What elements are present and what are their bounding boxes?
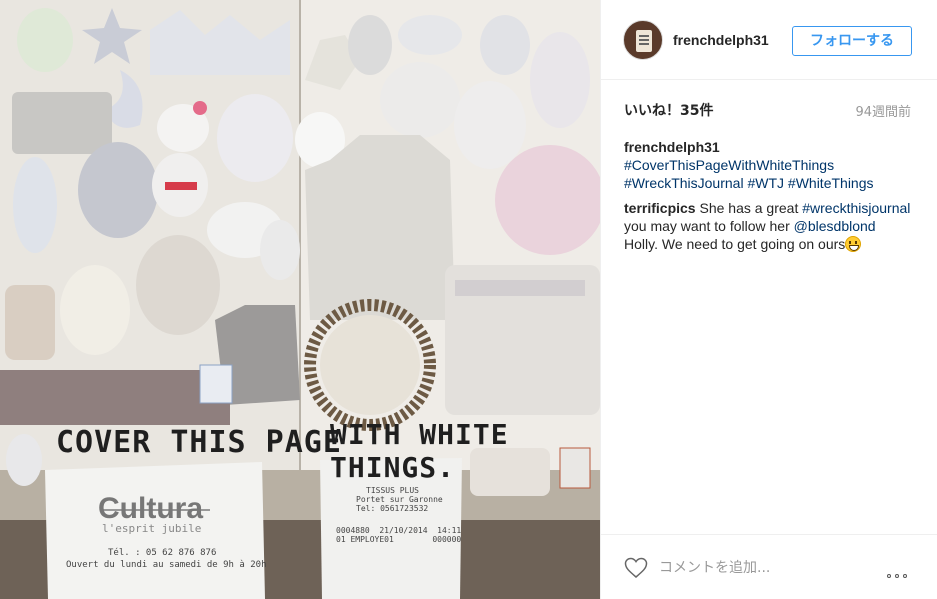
comment-text: Holly. We need to get going on ours — [624, 236, 846, 252]
likes-count[interactable]: いいね！35件 — [624, 100, 713, 120]
journal-caption-left: COVER THIS PAGE — [56, 425, 342, 460]
smiley-emoji-icon — [845, 236, 862, 252]
journal-caption-right: WITH WHITE THINGS. — [330, 418, 509, 484]
more-dot-icon — [895, 574, 899, 578]
hashtag-link[interactable]: #WhiteThings — [788, 175, 874, 191]
comment-item: terrificpics She has a great #wreckthisj… — [624, 199, 912, 253]
hashtag-link[interactable]: #WTJ — [747, 175, 784, 191]
comment-text: you may want to follow her — [624, 218, 794, 234]
mention-link[interactable]: @blesdblond — [794, 218, 876, 234]
post-timestamp[interactable]: 94週間前 — [855, 101, 911, 120]
comments-list: frenchdelph31 #CoverThisPageWithWhiteThi… — [624, 138, 912, 260]
hashtag-link[interactable]: #WreckThisJournal — [624, 175, 744, 191]
tissus-receipt-phone: Tel: 0561723532 — [356, 504, 429, 513]
more-dot-icon — [887, 574, 891, 578]
avatar-image — [636, 30, 652, 52]
tissus-receipt-date: 0004880 21/10/2014 14:11 — [336, 526, 462, 535]
follow-button[interactable]: フォローする — [792, 26, 912, 56]
cultura-receipt-logo: Cultura — [98, 492, 203, 525]
comment-item: frenchdelph31 #CoverThisPageWithWhiteThi… — [624, 138, 912, 192]
hashtag-link[interactable]: #wreckthisjournal — [802, 200, 910, 216]
cultura-receipt-phone: Tél. : 05 62 876 876 — [108, 548, 217, 558]
comment-text: She has a great — [695, 200, 803, 216]
more-options-icon[interactable] — [887, 565, 913, 578]
post-photo[interactable]: COVER THIS PAGE WITH WHITE THINGS. Cultu… — [0, 0, 600, 599]
tissus-receipt-location: Portet sur Garonne — [356, 495, 443, 504]
hashtag-link[interactable]: #CoverThisPageWithWhiteThings — [624, 157, 834, 173]
tissus-receipt-store: TISSUS PLUS — [366, 486, 419, 495]
post-header: frenchdelph31 フォローする — [601, 0, 937, 80]
avatar[interactable] — [623, 20, 663, 60]
comment-bar — [601, 534, 937, 599]
post-details-panel: frenchdelph31 フォローする いいね！35件 94週間前 frenc… — [600, 0, 937, 599]
comment-input[interactable] — [659, 555, 879, 581]
comment-username[interactable]: frenchdelph31 — [624, 139, 720, 155]
more-dot-icon — [903, 574, 907, 578]
journal-illustration — [0, 0, 600, 599]
comment-username[interactable]: terrificpics — [624, 200, 696, 216]
username-link[interactable]: frenchdelph31 — [673, 32, 769, 48]
heart-icon[interactable] — [624, 557, 648, 579]
cultura-receipt-hours: Ouvert du lundi au samedi de 9h à 20h — [66, 560, 267, 570]
cultura-receipt-tagline: l'esprit jubile — [102, 522, 202, 535]
tissus-receipt-employee: 01 EMPLOYE01 000000 — [336, 535, 462, 544]
